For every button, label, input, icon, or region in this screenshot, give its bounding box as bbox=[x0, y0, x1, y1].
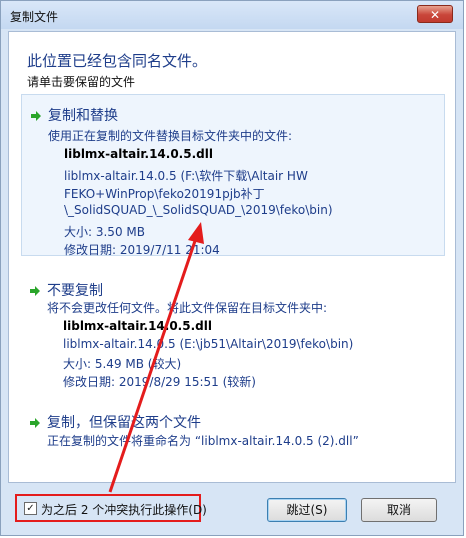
file-name: liblmx-altair.14.0.5.dll bbox=[63, 319, 212, 333]
window-title: 复制文件 bbox=[10, 10, 59, 24]
skip-button[interactable]: 跳过(S) bbox=[267, 498, 347, 522]
instruction-text: 请单击要保留的文件 bbox=[27, 75, 136, 89]
option-description: 正在复制的文件将重命名为 “liblmx-altair.14.0.5 (2).d… bbox=[47, 434, 359, 448]
file-modified-date: 修改日期: 2019/8/29 15:51 (较新) bbox=[63, 375, 256, 389]
green-arrow-icon bbox=[31, 111, 41, 121]
dialog-footer: ✓ 为之后 2 个冲突执行此操作(D) 跳过(S) 取消 bbox=[1, 485, 463, 535]
option-description: 将不会更改任何文件。将此文件保留在目标文件夹中: bbox=[47, 301, 328, 315]
dialog-content: 此位置已经包含同名文件。 请单击要保留的文件 复制和替换 使用正在复制的文件替换… bbox=[8, 31, 456, 483]
copy-file-dialog: 复制文件 ✕ 此位置已经包含同名文件。 请单击要保留的文件 复制和替换 使用正在… bbox=[0, 0, 464, 536]
apply-to-all-highlight: ✓ 为之后 2 个冲突执行此操作(D) bbox=[15, 494, 207, 522]
option-do-not-copy[interactable]: 不要复制 将不会更改任何文件。将此文件保留在目标文件夹中: liblmx-alt… bbox=[21, 272, 445, 389]
option-title: 不要复制 bbox=[47, 283, 103, 299]
file-modified-date: 修改日期: 2019/7/11 21:04 bbox=[64, 243, 220, 257]
option-title: 复制，但保留这两个文件 bbox=[47, 415, 201, 431]
file-path-line: liblmx-altair.14.0.5 (F:\软件下载\Altair HW bbox=[64, 169, 308, 183]
page-title: 此位置已经包含同名文件。 bbox=[27, 52, 208, 70]
file-name: liblmx-altair.14.0.5.dll bbox=[64, 147, 213, 161]
title-bar[interactable]: 复制文件 ✕ bbox=[1, 1, 463, 29]
option-copy-and-replace[interactable]: 复制和替换 使用正在复制的文件替换目标文件夹中的文件: liblmx-altai… bbox=[21, 94, 445, 257]
cancel-button[interactable]: 取消 bbox=[361, 498, 437, 522]
file-size: 大小: 5.49 MB (较大) bbox=[63, 357, 182, 371]
option-copy-keep-both[interactable]: 复制，但保留这两个文件 正在复制的文件将重命名为 “liblmx-altair.… bbox=[21, 409, 445, 451]
file-size: 大小: 3.50 MB bbox=[64, 225, 145, 239]
option-description: 使用正在复制的文件替换目标文件夹中的文件: bbox=[48, 129, 293, 143]
close-button[interactable]: ✕ bbox=[417, 5, 453, 23]
green-arrow-icon bbox=[30, 286, 40, 296]
option-title: 复制和替换 bbox=[48, 108, 118, 124]
apply-to-all-label[interactable]: 为之后 2 个冲突执行此操作(D) bbox=[41, 501, 207, 518]
green-arrow-icon bbox=[30, 418, 40, 428]
file-path-line: \_SolidSQUAD_\_SolidSQUAD_\2019\feko\bin… bbox=[64, 203, 333, 217]
file-path-line: FEKO+WinProp\feko20191pjb补丁 bbox=[64, 187, 265, 201]
apply-to-all-checkbox[interactable]: ✓ bbox=[24, 502, 37, 515]
file-path-line: liblmx-altair.14.0.5 (E:\jb51\Altair\201… bbox=[63, 337, 354, 351]
